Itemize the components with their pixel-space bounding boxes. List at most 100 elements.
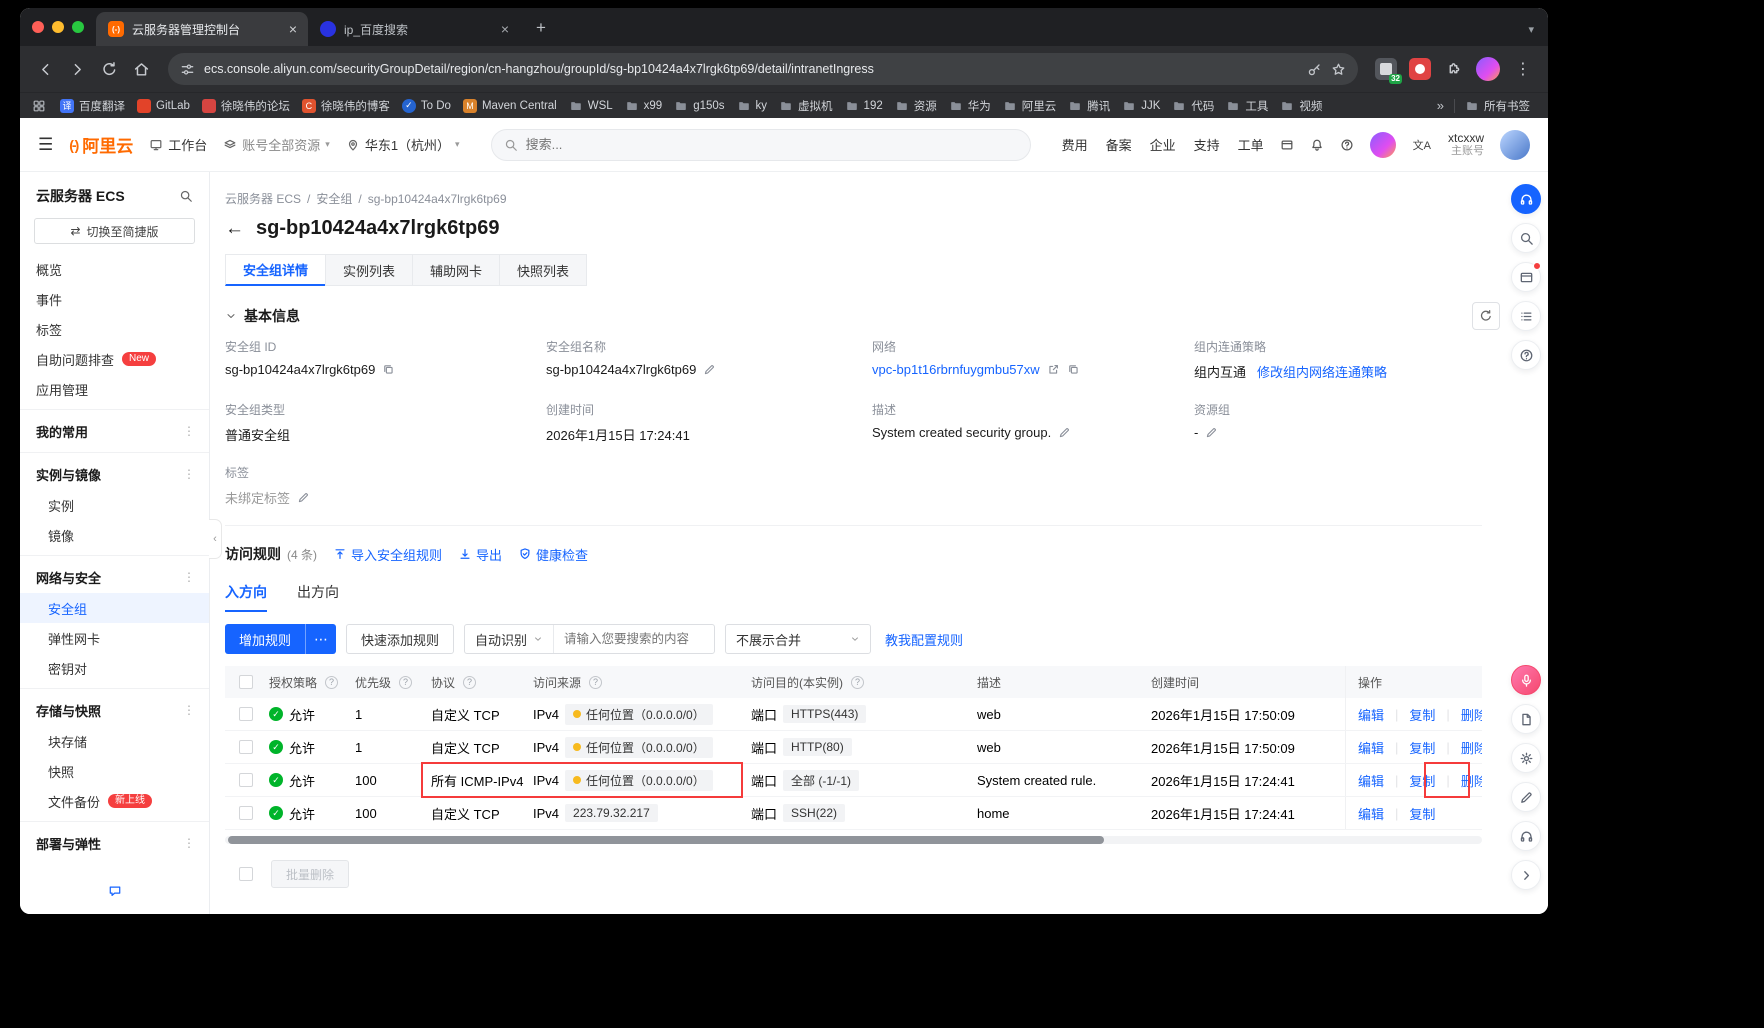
breadcrumb-ecs[interactable]: 云服务器 ECS: [225, 190, 301, 207]
sidebar-item-active[interactable]: 安全组: [20, 593, 209, 623]
icp-card-icon[interactable]: [1280, 138, 1294, 152]
bookmark-folder[interactable]: 腾讯: [1062, 96, 1116, 116]
site-settings-icon[interactable]: [180, 62, 195, 77]
browser-profile-avatar[interactable]: [1476, 57, 1500, 81]
address-bar[interactable]: ecs.console.aliyun.com/securityGroupDeta…: [168, 53, 1358, 85]
help-icon[interactable]: ?: [325, 676, 338, 689]
help-question-icon[interactable]: [1340, 138, 1354, 152]
assistant-button[interactable]: [1511, 184, 1541, 214]
tab-baidu[interactable]: ip_百度搜索 ×: [308, 12, 520, 46]
op-edit-link[interactable]: 编辑: [1358, 738, 1384, 757]
notifications-bell-icon[interactable]: [1310, 138, 1324, 152]
new-tab-button[interactable]: +: [528, 15, 554, 41]
console-menu-icon[interactable]: ☰: [38, 135, 53, 155]
sidebar-item[interactable]: 事件: [20, 284, 209, 314]
account-info[interactable]: xtcxxw 主账号: [1448, 131, 1484, 159]
op-delete-link[interactable]: 删除: [1461, 738, 1482, 757]
bookmark-link[interactable]: MMaven Central: [457, 96, 563, 116]
export-link[interactable]: 导出: [458, 545, 502, 564]
console-nav-link[interactable]: 支持: [1194, 135, 1220, 154]
sidebar-item[interactable]: 自助问题排查New: [20, 344, 209, 374]
bookmark-folder[interactable]: WSL: [563, 96, 619, 116]
bookmark-link[interactable]: 徐晓伟的论坛: [196, 96, 296, 116]
console-nav-link[interactable]: 费用: [1062, 135, 1088, 154]
bookmark-link[interactable]: ✓To Do: [396, 96, 457, 116]
bookmark-folder[interactable]: JJK: [1116, 96, 1166, 116]
console-search[interactable]: [491, 129, 1031, 161]
more-vertical-icon[interactable]: ⋮: [183, 703, 195, 717]
extensions-puzzle-icon[interactable]: [1438, 54, 1468, 84]
workbench-link[interactable]: 工作台: [149, 135, 207, 154]
extension-translate-icon[interactable]: 32: [1375, 58, 1397, 80]
batch-delete-button[interactable]: 批量删除: [271, 860, 349, 888]
op-delete-link[interactable]: 删除: [1461, 771, 1482, 790]
tab-console[interactable]: (-) 云服务器管理控制台 ×: [96, 12, 308, 46]
more-vertical-icon[interactable]: ⋮: [183, 467, 195, 481]
sidebar-item[interactable]: 弹性网卡: [20, 623, 209, 653]
select-all-checkbox[interactable]: [239, 675, 253, 689]
voice-service-button[interactable]: [1511, 665, 1541, 695]
minimize-window-button[interactable]: [52, 21, 64, 33]
auto-detect-dropdown[interactable]: 自动识别: [465, 625, 554, 653]
switch-simple-mode-button[interactable]: ⇄ 切换至简捷版: [34, 218, 195, 244]
region-dropdown[interactable]: 华东1（杭州） ▾: [346, 135, 460, 154]
bookmark-folder[interactable]: 192: [839, 96, 889, 116]
bookmark-link[interactable]: 译百度翻译: [54, 96, 131, 116]
console-nav-link[interactable]: 工单: [1238, 135, 1264, 154]
back-button[interactable]: [30, 54, 60, 84]
detail-tab[interactable]: 快照列表: [499, 254, 587, 286]
aliyun-logo[interactable]: (-) 阿里云: [69, 132, 133, 157]
add-rule-more-button[interactable]: ⋯: [305, 624, 336, 654]
row-checkbox[interactable]: [239, 740, 253, 754]
zoom-window-button[interactable]: [72, 21, 84, 33]
import-rules-link[interactable]: 导入安全组规则: [333, 545, 442, 564]
quick-add-button[interactable]: 快速添加规则: [346, 624, 454, 654]
breadcrumb-security-group[interactable]: 安全组: [316, 190, 352, 207]
rail-help-button[interactable]: [1511, 340, 1541, 370]
op-copy-link[interactable]: 复制: [1409, 804, 1435, 823]
external-button[interactable]: [1047, 363, 1060, 376]
sidebar-collapse-handle[interactable]: ‹: [209, 519, 222, 559]
forward-button[interactable]: [62, 54, 92, 84]
sidebar-item[interactable]: 应用管理: [20, 374, 209, 404]
home-button[interactable]: [126, 54, 156, 84]
sidebar-item[interactable]: 块存储: [20, 726, 209, 756]
sidebar-item[interactable]: 镜像: [20, 520, 209, 550]
op-edit-link[interactable]: 编辑: [1358, 771, 1384, 790]
help-icon[interactable]: ?: [399, 676, 412, 689]
modify-connectivity-link[interactable]: 修改组内网络连通策略: [1257, 362, 1387, 381]
op-copy-link[interactable]: 复制: [1409, 738, 1435, 757]
bookmark-folder[interactable]: 虚拟机: [773, 96, 839, 116]
bookmark-folder[interactable]: 华为: [943, 96, 997, 116]
password-manager-icon[interactable]: [1307, 62, 1322, 77]
detail-tab[interactable]: 实例列表: [325, 254, 413, 286]
support-button[interactable]: [1511, 821, 1541, 851]
feedback-chat-icon[interactable]: [108, 884, 122, 898]
scrollbar-thumb[interactable]: [228, 836, 1104, 844]
more-vertical-icon[interactable]: ⋮: [183, 570, 195, 584]
bookmarks-overflow-icon[interactable]: »: [1431, 98, 1450, 113]
url-text[interactable]: ecs.console.aliyun.com/securityGroupDeta…: [204, 62, 1298, 76]
basic-info-header[interactable]: 基本信息: [225, 306, 1548, 326]
console-search-input[interactable]: [526, 137, 1018, 152]
bookmark-folder[interactable]: x99: [619, 96, 669, 116]
sidebar-item[interactable]: 实例: [20, 490, 209, 520]
health-check-link[interactable]: 健康检查: [518, 545, 588, 564]
edit-button[interactable]: [703, 363, 716, 376]
op-copy-link[interactable]: 复制: [1409, 705, 1435, 724]
console-nav-link[interactable]: 备案: [1106, 135, 1132, 154]
bookmark-folder[interactable]: 工具: [1220, 96, 1274, 116]
rail-search-button[interactable]: [1511, 223, 1541, 253]
refresh-button[interactable]: [1472, 302, 1500, 330]
copy-button[interactable]: [1067, 363, 1080, 376]
user-avatar[interactable]: [1500, 130, 1530, 160]
close-window-button[interactable]: [32, 21, 44, 33]
files-button[interactable]: [1511, 704, 1541, 734]
bookmark-folder[interactable]: 代码: [1166, 96, 1220, 116]
resource-scope-dropdown[interactable]: 账号全部资源 ▾: [223, 135, 330, 154]
close-tab-icon[interactable]: ×: [286, 21, 300, 37]
sidebar-item[interactable]: 文件备份新上线: [20, 786, 209, 816]
extension-red-icon[interactable]: [1409, 58, 1431, 80]
edit-button[interactable]: [297, 491, 310, 504]
bookmark-link[interactable]: GitLab: [131, 96, 196, 116]
